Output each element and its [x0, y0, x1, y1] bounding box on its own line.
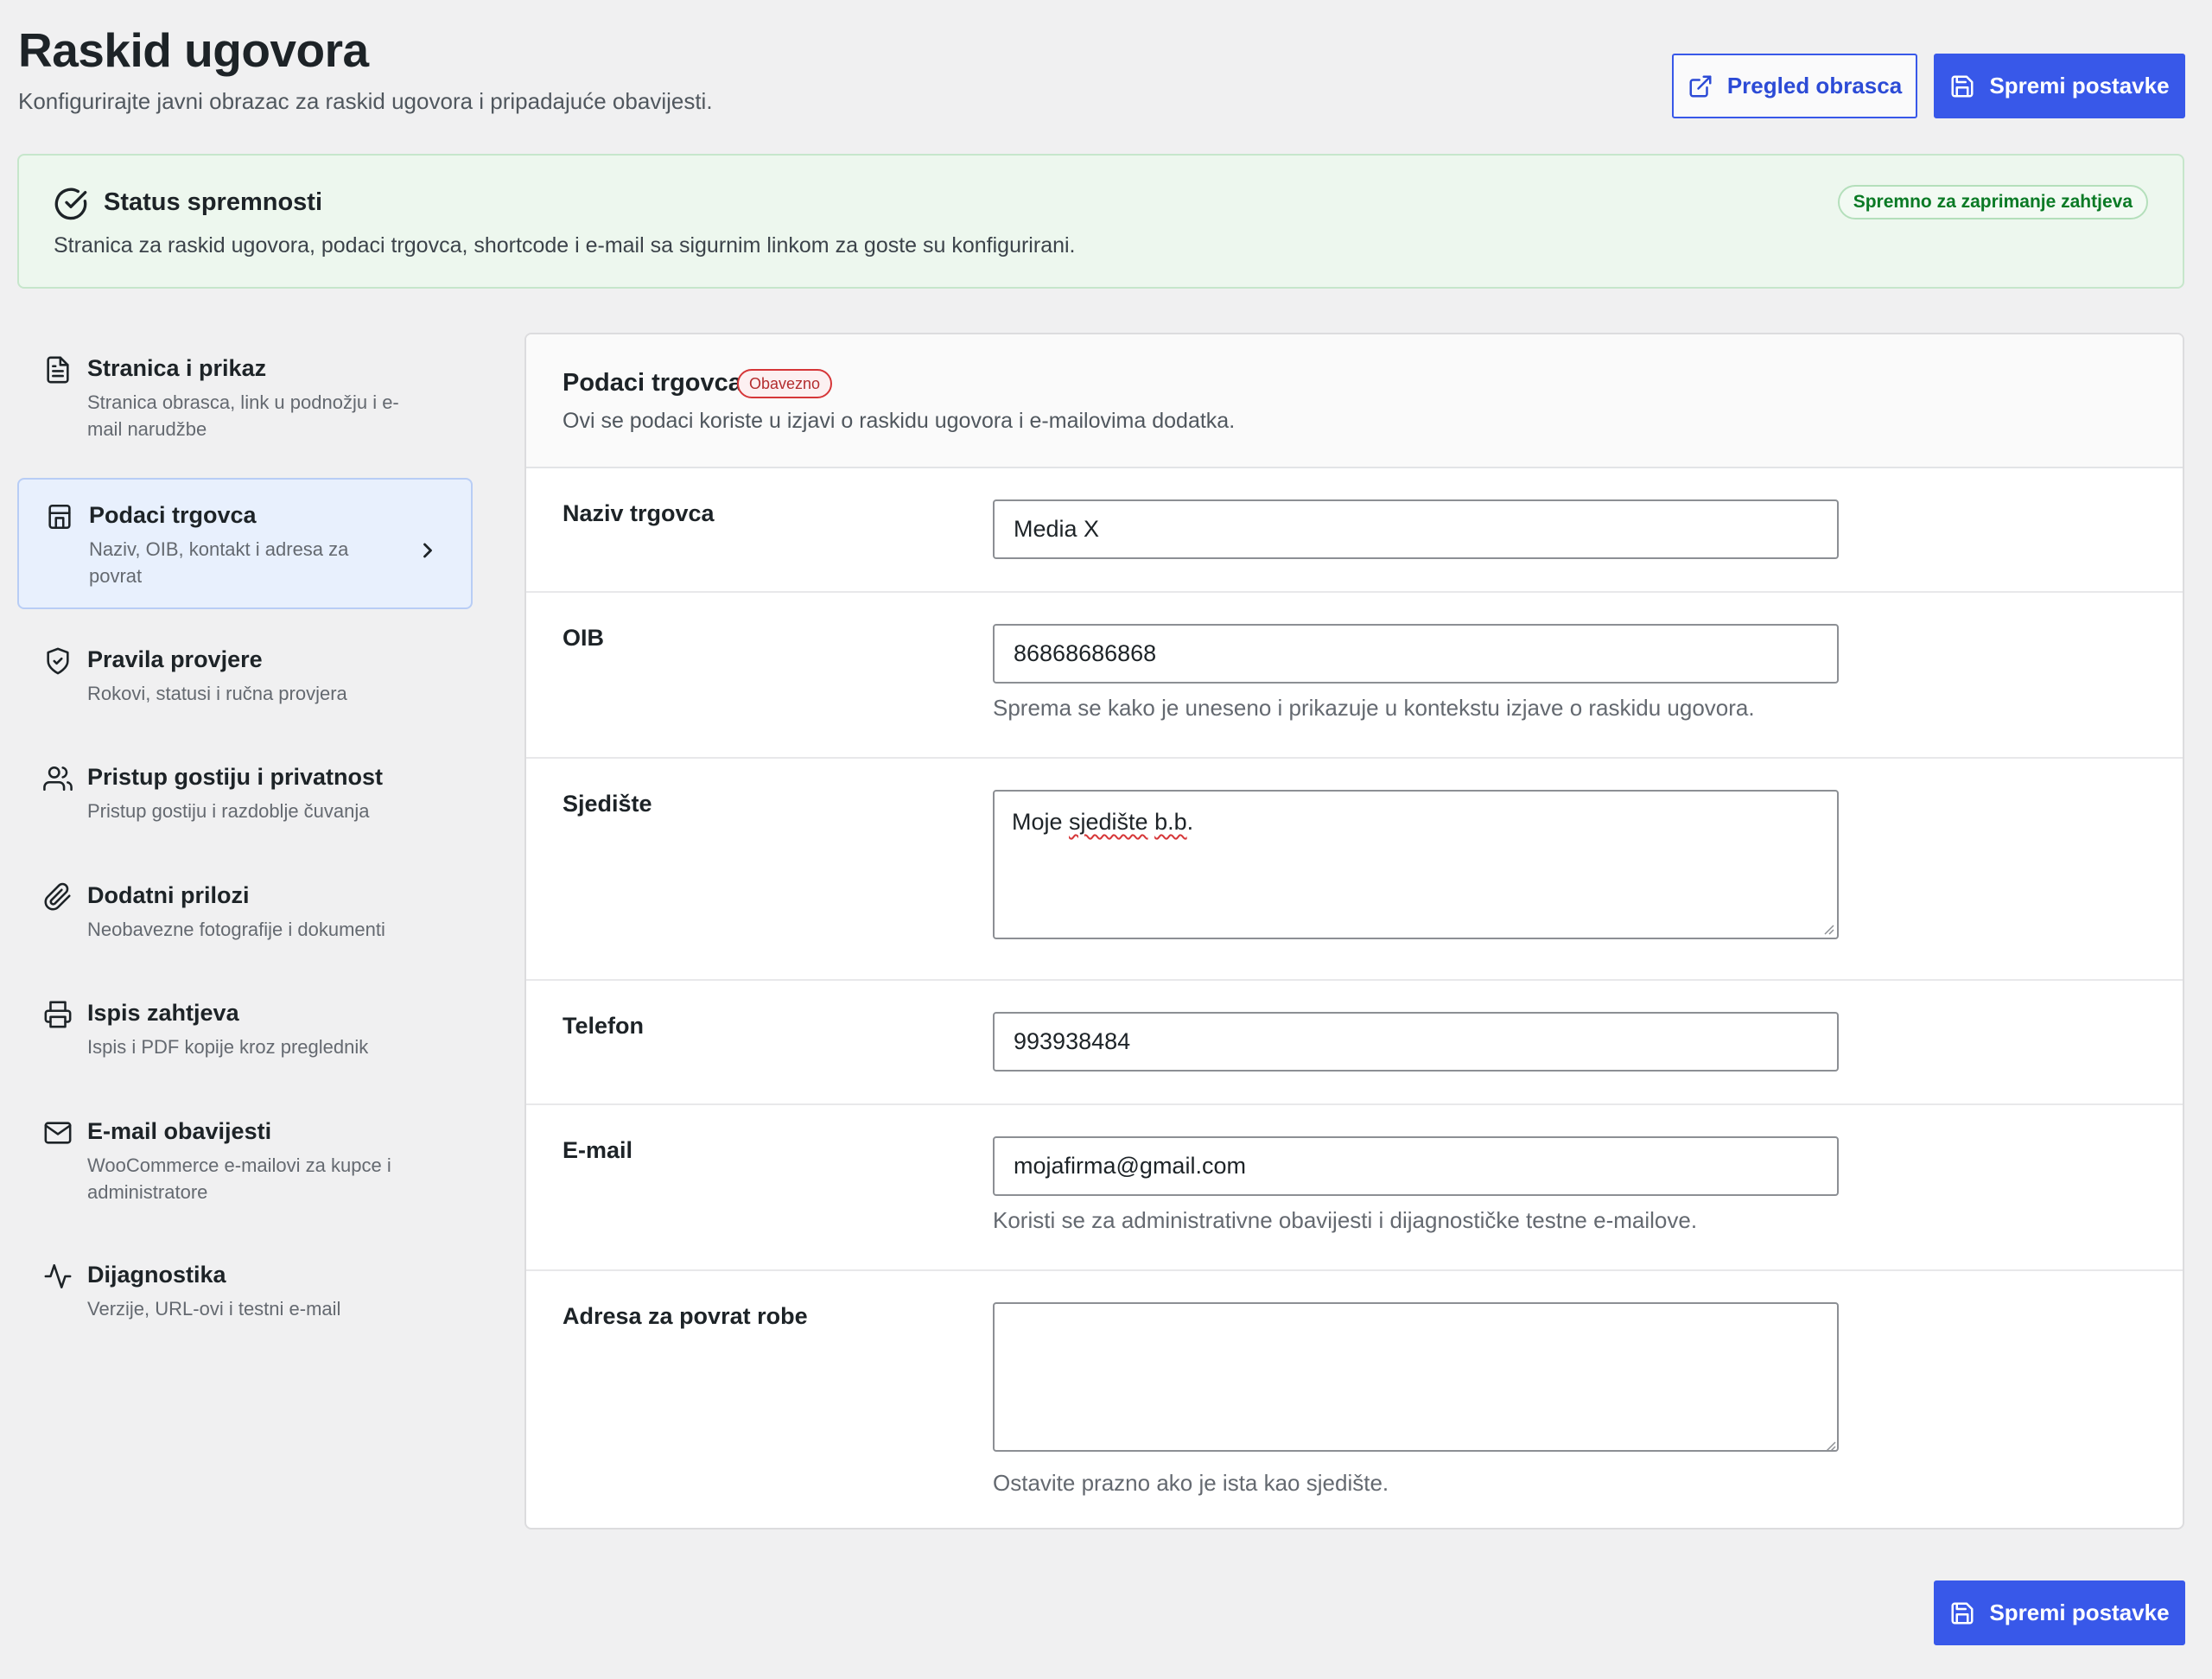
merchant-name-label: Naziv trgovca: [563, 500, 715, 526]
status-title: Status spremnosti: [104, 188, 322, 216]
page-title: Raskid ugovora: [18, 23, 369, 77]
nav-item-attachments[interactable]: Dodatni prilozi Neobavezne fotografije i…: [17, 860, 473, 962]
email-input[interactable]: mojafirma@gmail.com: [993, 1136, 1839, 1196]
seat-value-misspelled: b.b: [1154, 809, 1187, 835]
save-settings-button[interactable]: Spremi postavke: [1934, 54, 2185, 118]
document-icon: [47, 356, 69, 384]
phone-label: Telefon: [563, 1013, 644, 1039]
nav-item-label: Pravila provjere: [87, 646, 263, 672]
seat-value: .: [1186, 809, 1194, 835]
status-description: Stranica za raskid ugovora, podaci trgov…: [54, 233, 1076, 258]
resize-handle-icon[interactable]: [1821, 921, 1834, 935]
chevron-right-icon: [423, 543, 432, 558]
external-link-icon: [1689, 75, 1712, 97]
nav-item-label: Podaci trgovca: [89, 502, 257, 528]
resize-handle-icon[interactable]: [1822, 1438, 1836, 1452]
nav-item-desc: Verzije, URL-ovi i testni e-mail: [87, 1298, 341, 1320]
preview-form-label: Pregled obrasca: [1726, 73, 1903, 99]
merchant-data-panel: Podaci trgovca Obavezno Ovi se podaci ko…: [524, 333, 2184, 1530]
save-settings-button-bottom[interactable]: Spremi postavke: [1934, 1580, 2185, 1645]
nav-item-page-display[interactable]: Stranica i prikaz Stranica obrasca, link…: [17, 333, 473, 452]
save-icon: [1951, 75, 1974, 97]
check-circle-icon: [54, 188, 87, 220]
return-address-textarea[interactable]: [993, 1302, 1839, 1452]
nav-item-desc: WooCommerce e-mailovi za kupce i adminis…: [87, 1154, 391, 1203]
field-row-seat: Sjedište Moje sjedište b.b.: [526, 759, 2183, 981]
save-settings-label: Spremi postavke: [1989, 1600, 2170, 1625]
phone-input[interactable]: 993938484: [993, 1012, 1839, 1072]
nav-item-label: E-mail obavijesti: [87, 1118, 272, 1144]
oib-input[interactable]: 86868686868: [993, 624, 1839, 684]
mail-icon: [44, 1122, 72, 1144]
panel-header: Podaci trgovca Obavezno Ovi se podaci ko…: [526, 334, 2183, 468]
required-badge: Obavezno: [737, 369, 833, 398]
store-icon: [48, 504, 71, 530]
field-row-merchant-name: Naziv trgovca Media X: [526, 468, 2183, 593]
oib-label: OIB: [563, 625, 605, 651]
nav-item-guest-access[interactable]: Pristup gostiju i privatnost Pristup gos…: [17, 741, 473, 843]
preview-form-button[interactable]: Pregled obrasca: [1672, 54, 1917, 118]
seat-value-misspelled: sjedište: [1069, 809, 1148, 835]
activity-icon: [44, 1263, 72, 1289]
nav-item-label: Pristup gostiju i privatnost: [87, 764, 384, 790]
page-subtitle: Konfigurirajte javni obrazac za raskid u…: [18, 88, 713, 114]
seat-textarea[interactable]: Moje sjedište b.b.: [993, 790, 1839, 939]
panel-title: Podaci trgovca: [563, 369, 742, 397]
nav-item-label: Dijagnostika: [87, 1262, 226, 1288]
return-address-hint: Ostavite prazno ako je ista kao sjedište…: [993, 1470, 1389, 1496]
email-label: E-mail: [563, 1137, 633, 1163]
readiness-status-box: Status spremnosti Stranica za raskid ugo…: [17, 154, 2184, 289]
nav-item-label: Stranica i prikaz: [87, 355, 267, 381]
printer-icon: [44, 1001, 72, 1028]
seat-value: [1148, 809, 1155, 835]
paperclip-icon: [44, 882, 71, 911]
merchant-name-input[interactable]: Media X: [993, 499, 1839, 559]
nav-item-desc: Rokovi, statusi i ručna provjera: [87, 683, 347, 704]
field-row-oib: OIB 86868686868 Sprema se kako je unesen…: [526, 593, 2183, 759]
seat-label: Sjedište: [563, 791, 652, 817]
return-address-label: Adresa za povrat robe: [563, 1303, 808, 1329]
nav-item-email-notifications[interactable]: E-mail obavijesti WooCommerce e-mailovi …: [17, 1096, 473, 1225]
nav-item-desc: Neobavezne fotografije i dokumenti: [87, 919, 385, 940]
seat-value: Moje: [1012, 809, 1070, 835]
nav-item-desc: Pristup gostiju i razdoblje čuvanja: [87, 800, 370, 822]
nav-item-desc: Ispis i PDF kopije kroz preglednik: [87, 1036, 369, 1058]
field-row-email: E-mail mojafirma@gmail.com Koristi se za…: [526, 1105, 2183, 1271]
users-icon: [43, 766, 73, 792]
field-row-phone: Telefon 993938484: [526, 981, 2183, 1105]
status-badge: Spremno za zaprimanje zahtjeva: [1837, 185, 2148, 219]
shield-check-icon: [47, 647, 69, 675]
save-icon: [1951, 1602, 1974, 1624]
email-hint: Koristi se za administrativne obavijesti…: [993, 1207, 1698, 1233]
save-settings-label: Spremi postavke: [1989, 73, 2170, 99]
nav-item-merchant-data[interactable]: Podaci trgovca Naziv, OIB, kontakt i adr…: [17, 478, 473, 609]
nav-item-desc: Stranica obrasca, link u podnožju i e-ma…: [87, 391, 399, 440]
nav-item-validation-rules[interactable]: Pravila provjere Rokovi, statusi i ručna…: [17, 624, 473, 726]
panel-description: Ovi se podaci koriste u izjavi o raskidu…: [563, 409, 1236, 433]
nav-item-diagnostics[interactable]: Dijagnostika Verzije, URL-ovi i testni e…: [17, 1239, 473, 1341]
nav-item-desc: Naziv, OIB, kontakt i adresa za povrat: [89, 538, 349, 587]
nav-item-print-requests[interactable]: Ispis zahtjeva Ispis i PDF kopije kroz p…: [17, 977, 473, 1079]
nav-item-label: Ispis zahtjeva: [87, 1000, 239, 1026]
nav-item-label: Dodatni prilozi: [87, 882, 250, 908]
oib-hint: Sprema se kako je uneseno i prikazuje u …: [993, 695, 1755, 721]
field-row-return-address: Adresa za povrat robe Ostavite prazno ak…: [526, 1271, 2183, 1528]
